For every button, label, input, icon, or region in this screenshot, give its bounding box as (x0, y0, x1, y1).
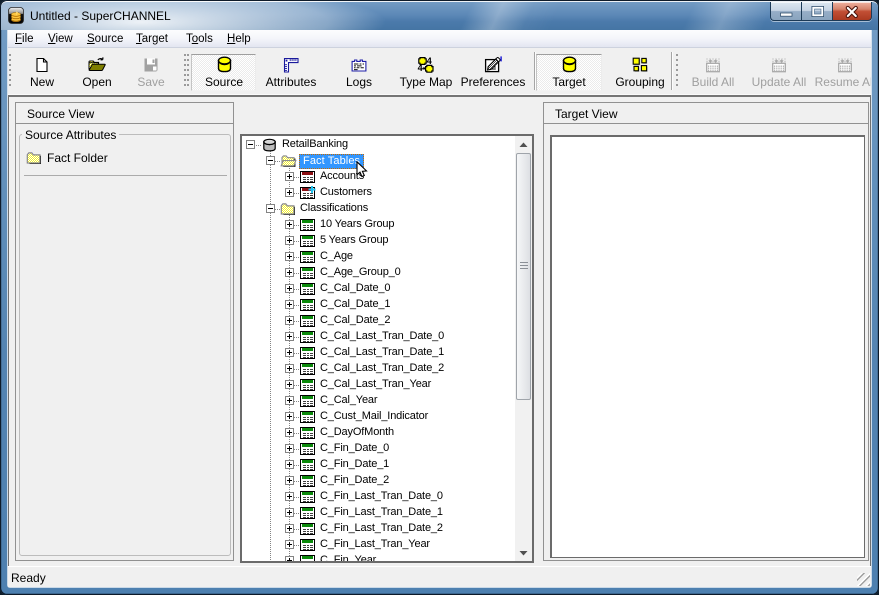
svg-text:4: 4 (418, 63, 423, 73)
svg-text:4: 4 (427, 56, 432, 66)
